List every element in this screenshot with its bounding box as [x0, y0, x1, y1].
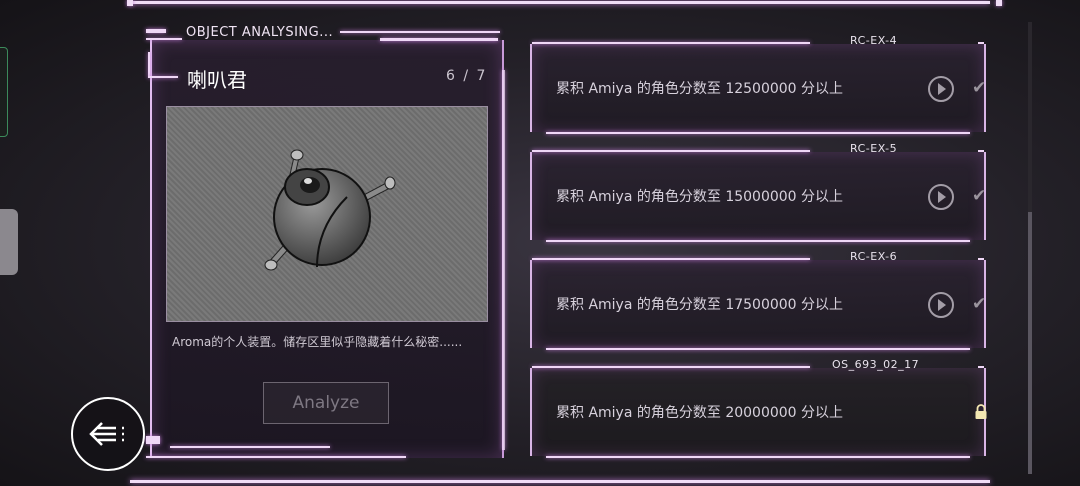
- check-icon: ✔: [972, 78, 987, 98]
- mission-card[interactable]: RC-EX-4 累积 Amiya 的角色分数至 12500000 分以上 ✔: [530, 34, 987, 134]
- speaker-robot-icon: [264, 149, 396, 271]
- card-line: [532, 150, 810, 152]
- mission-code: RC-EX-4: [850, 34, 898, 47]
- card-line: [532, 258, 810, 260]
- card-line: [532, 42, 810, 44]
- header-line: [340, 31, 500, 33]
- card-line: [532, 366, 810, 368]
- mission-text: 累积 Amiya 的角色分数至 12500000 分以上: [556, 81, 844, 97]
- rail-dot: [127, 0, 133, 6]
- mission-text: 累积 Amiya 的角色分数至 20000000 分以上: [556, 405, 844, 421]
- mission-card[interactable]: RC-EX-6 累积 Amiya 的角色分数至 17500000 分以上 ✔: [530, 250, 987, 350]
- analyze-button[interactable]: Analyze: [263, 382, 389, 424]
- rail-dot: [996, 0, 1002, 6]
- card-line: [546, 456, 970, 458]
- lock-icon: [974, 404, 988, 424]
- play-icon[interactable]: [928, 292, 954, 318]
- header-line: [146, 38, 182, 40]
- mission-text: 累积 Amiya 的角色分数至 17500000 分以上: [556, 297, 844, 313]
- panel-bottom-line: [146, 456, 406, 458]
- check-icon: ✔: [972, 186, 987, 206]
- card-line: [978, 366, 984, 368]
- object-index: 6 / 7: [446, 68, 488, 84]
- panel-right-edge: [502, 70, 505, 450]
- side-tab[interactable]: [0, 209, 18, 275]
- mission-card-locked[interactable]: OS_693_02_17 累积 Amiya 的角色分数至 20000000 分以…: [530, 358, 988, 458]
- play-icon[interactable]: [928, 76, 954, 102]
- scrollbar-thumb[interactable]: [1028, 212, 1032, 474]
- card-line: [546, 348, 970, 350]
- object-image: [166, 106, 488, 322]
- panel-corner: [146, 436, 160, 444]
- analysis-title: OBJECT ANALYSING...: [186, 25, 334, 40]
- name-bracket: [148, 52, 150, 76]
- card-line: [546, 132, 970, 134]
- play-icon[interactable]: [928, 184, 954, 210]
- card-line: [978, 258, 984, 260]
- object-name: 喇叭君: [187, 68, 247, 92]
- mission-code: OS_693_02_17: [832, 358, 920, 371]
- card-line: [978, 150, 984, 152]
- card-line: [546, 240, 970, 242]
- panel-bottom-line: [170, 446, 330, 448]
- header-mark: [146, 29, 166, 33]
- object-description: Aroma的个人装置。储存区里似乎隐藏着什么秘密......: [172, 335, 463, 349]
- side-handle[interactable]: [0, 47, 8, 137]
- back-arrow-icon: [89, 422, 124, 446]
- header-line: [380, 38, 498, 41]
- mission-card[interactable]: RC-EX-5 累积 Amiya 的角色分数至 15000000 分以上 ✔: [530, 142, 987, 242]
- back-button[interactable]: [71, 397, 145, 471]
- bottom-rail: [130, 480, 990, 483]
- mission-code: RC-EX-6: [850, 250, 898, 263]
- check-icon: ✔: [972, 294, 987, 314]
- mission-text: 累积 Amiya 的角色分数至 15000000 分以上: [556, 189, 844, 205]
- name-bracket: [148, 76, 178, 78]
- card-line: [978, 42, 984, 44]
- mission-code: RC-EX-5: [850, 142, 898, 155]
- top-rail: [130, 1, 990, 4]
